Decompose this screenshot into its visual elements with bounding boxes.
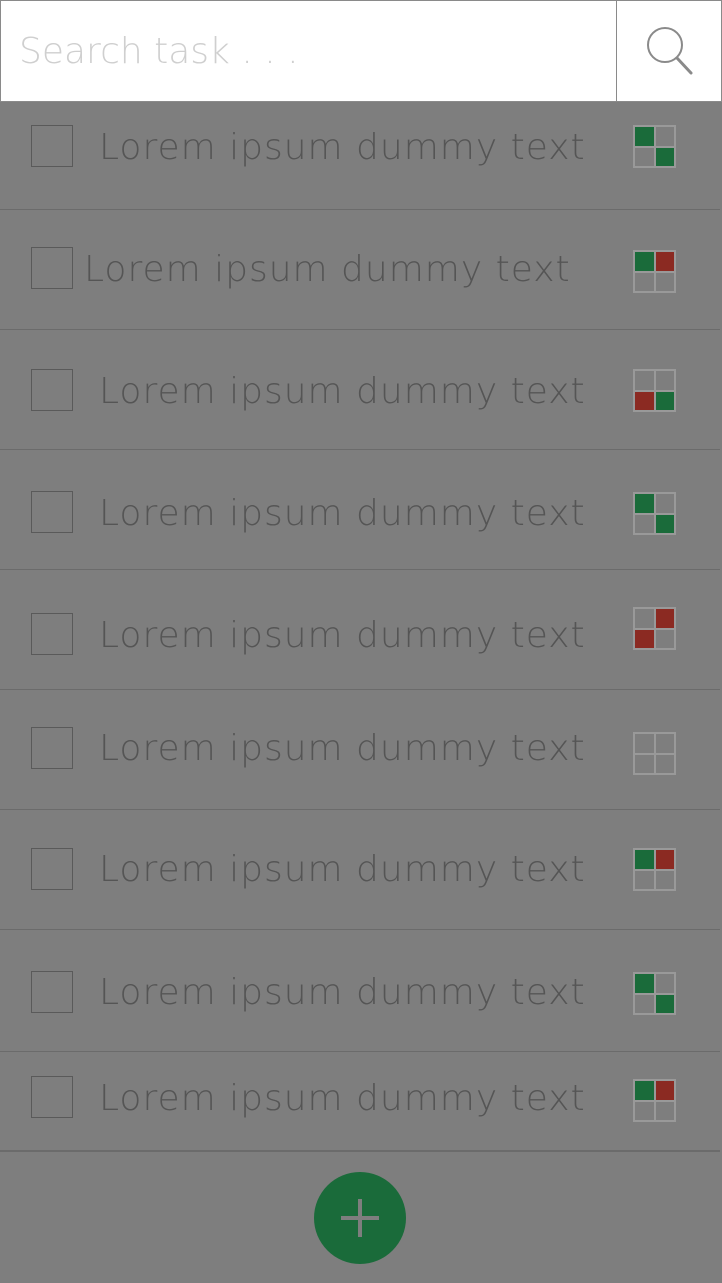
task-checkbox[interactable] — [31, 848, 73, 890]
priority-cell — [634, 390, 655, 411]
task-checkbox[interactable] — [31, 727, 73, 769]
task-row: Lorem ipsum dummy text — [0, 810, 720, 930]
priority-grid[interactable] — [633, 369, 676, 412]
priority-cell — [654, 608, 675, 629]
task-row: Lorem ipsum dummy text — [0, 101, 720, 210]
priority-cell — [634, 1080, 655, 1101]
priority-cell — [654, 370, 675, 391]
task-label: Lorem ipsum dummy text — [99, 728, 586, 769]
add-task-button[interactable] — [314, 1172, 406, 1264]
priority-cell — [634, 370, 655, 391]
priority-grid[interactable] — [633, 1079, 676, 1122]
task-row: Lorem ipsum dummy text — [0, 210, 720, 330]
priority-cell — [634, 493, 655, 514]
priority-cell — [654, 146, 675, 167]
priority-cell — [634, 146, 655, 167]
task-checkbox[interactable] — [31, 369, 73, 411]
priority-cell — [654, 493, 675, 514]
priority-cell — [654, 993, 675, 1014]
divider — [0, 1150, 720, 1152]
task-checkbox[interactable] — [31, 247, 73, 289]
task-label: Lorem ipsum dummy text — [99, 615, 586, 656]
priority-cell — [634, 1100, 655, 1121]
priority-grid[interactable] — [633, 250, 676, 293]
priority-cell — [654, 271, 675, 292]
priority-cell — [634, 251, 655, 272]
priority-cell — [654, 1080, 675, 1101]
priority-cell — [654, 251, 675, 272]
task-row: Lorem ipsum dummy text — [0, 330, 720, 450]
priority-cell — [654, 849, 675, 870]
task-row: Lorem ipsum dummy text — [0, 930, 720, 1052]
priority-cell — [634, 993, 655, 1014]
task-label: Lorem ipsum dummy text — [99, 849, 586, 890]
priority-cell — [634, 608, 655, 629]
task-label: Lorem ipsum dummy text — [99, 972, 586, 1013]
priority-cell — [634, 849, 655, 870]
priority-grid[interactable] — [633, 848, 676, 891]
task-label: Lorem ipsum dummy text — [99, 493, 586, 534]
priority-cell — [654, 390, 675, 411]
priority-cell — [654, 733, 675, 754]
priority-grid[interactable] — [633, 972, 676, 1015]
priority-cell — [634, 753, 655, 774]
priority-cell — [654, 973, 675, 994]
priority-cell — [654, 126, 675, 147]
task-row: Lorem ipsum dummy text — [0, 570, 720, 690]
priority-cell — [634, 733, 655, 754]
priority-grid[interactable] — [633, 492, 676, 535]
search-input[interactable] — [1, 1, 601, 101]
task-checkbox[interactable] — [31, 971, 73, 1013]
task-checkbox[interactable] — [31, 125, 73, 167]
search-icon — [647, 27, 693, 75]
search-button[interactable] — [616, 1, 722, 101]
priority-cell — [654, 753, 675, 774]
priority-cell — [634, 628, 655, 649]
task-row: Lorem ipsum dummy text — [0, 1052, 720, 1150]
task-label: Lorem ipsum dummy text — [99, 371, 586, 412]
priority-grid[interactable] — [633, 125, 676, 168]
priority-cell — [634, 869, 655, 890]
priority-cell — [634, 271, 655, 292]
priority-cell — [654, 1100, 675, 1121]
priority-cell — [654, 869, 675, 890]
priority-cell — [654, 513, 675, 534]
priority-cell — [634, 513, 655, 534]
task-checkbox[interactable] — [31, 1076, 73, 1118]
priority-grid[interactable] — [633, 732, 676, 775]
plus-icon — [341, 1199, 379, 1237]
task-label: Lorem ipsum dummy text — [84, 249, 571, 290]
priority-grid[interactable] — [633, 607, 676, 650]
task-checkbox[interactable] — [31, 613, 73, 655]
search-bar — [0, 0, 722, 102]
task-label: Lorem ipsum dummy text — [99, 127, 586, 168]
task-row: Lorem ipsum dummy text — [0, 690, 720, 810]
task-row: Lorem ipsum dummy text — [0, 450, 720, 570]
priority-cell — [654, 628, 675, 649]
task-label: Lorem ipsum dummy text — [99, 1078, 586, 1119]
task-checkbox[interactable] — [31, 491, 73, 533]
priority-cell — [634, 973, 655, 994]
priority-cell — [634, 126, 655, 147]
